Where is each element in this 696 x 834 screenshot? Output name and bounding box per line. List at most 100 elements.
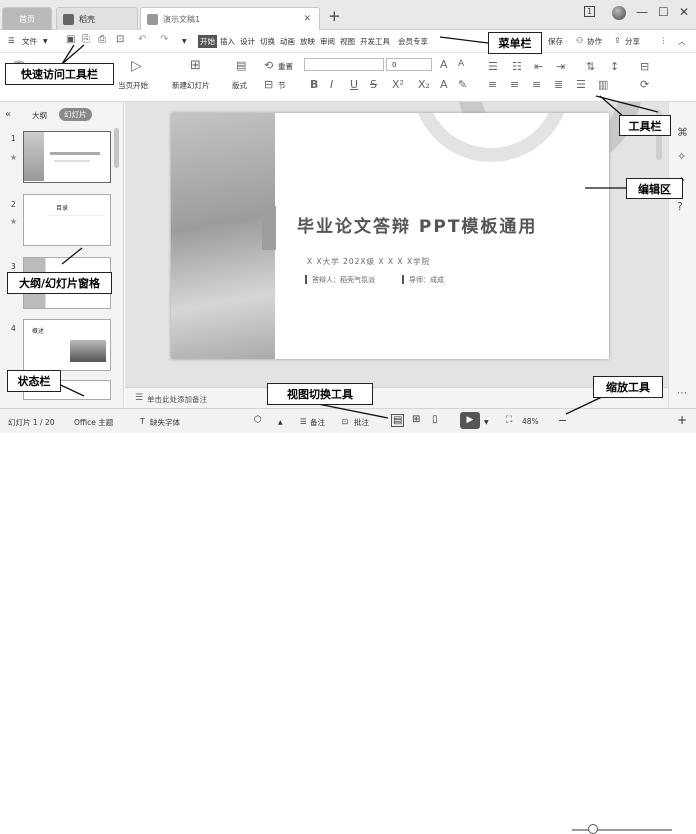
more-icon[interactable]: ⋮ xyxy=(660,36,668,45)
justify-icon[interactable]: ≣ xyxy=(554,78,563,91)
layout-icon[interactable]: ▤ xyxy=(236,59,246,72)
chevron-up-icon[interactable]: ▲ xyxy=(278,419,283,426)
highlight-icon[interactable]: ✎ xyxy=(458,78,467,91)
menu-save[interactable]: 保存 xyxy=(548,36,563,47)
menu-file[interactable]: 文件 xyxy=(22,36,37,47)
menu-share[interactable]: 分享 xyxy=(625,36,640,47)
notes-toggle[interactable]: 备注 xyxy=(310,417,325,428)
tab-home[interactable]: 首页 xyxy=(2,7,52,30)
reading-view-icon[interactable]: ▯ xyxy=(432,414,438,425)
menu-review[interactable]: 审阅 xyxy=(320,36,335,47)
reset-icon[interactable]: ⟲ xyxy=(264,59,273,72)
chevron-down-icon[interactable]: ▼ xyxy=(43,38,48,45)
align-center-icon[interactable]: ≡ xyxy=(510,78,519,91)
notes-placeholder[interactable]: 单击此处添加备注 xyxy=(147,394,207,405)
collapse-ribbon-icon[interactable]: ︿ xyxy=(678,36,686,47)
slide-advisor[interactable]: 导师：成成 xyxy=(409,275,444,285)
subscript-icon[interactable]: X₂ xyxy=(418,78,430,91)
menu-view[interactable]: 视图 xyxy=(340,36,355,47)
font-grow-icon[interactable]: A xyxy=(440,58,448,71)
menu-collaborate[interactable]: 协作 xyxy=(587,36,602,47)
font-color-icon[interactable]: A xyxy=(440,78,448,91)
underline-icon[interactable]: U xyxy=(350,78,358,91)
preview-icon[interactable]: ⊡ xyxy=(116,34,124,45)
zoom-in-button[interactable]: + xyxy=(677,413,687,427)
menu-animation[interactable]: 动画 xyxy=(280,36,295,47)
slideshow-chevron-icon[interactable]: ▼ xyxy=(484,419,489,426)
font-size-select[interactable]: 0 xyxy=(386,58,432,71)
tab-presentation[interactable]: 演示文稿1 ✕ xyxy=(140,7,320,30)
outdent-icon[interactable]: ⇥ xyxy=(556,60,565,73)
save-icon[interactable]: ▣ xyxy=(66,34,75,45)
theme-name[interactable]: Office 主题 xyxy=(74,417,113,428)
redo-icon[interactable]: ↷ xyxy=(160,34,168,45)
font-family-select[interactable] xyxy=(304,58,384,71)
play-slideshow-button[interactable]: ▶ xyxy=(460,412,480,429)
distribute-icon[interactable]: ☰ xyxy=(576,78,586,91)
menu-design[interactable]: 设计 xyxy=(240,36,255,47)
minimize-button[interactable]: — xyxy=(636,5,648,19)
menu-slideshow[interactable]: 放映 xyxy=(300,36,315,47)
play-current-icon[interactable]: ▷ xyxy=(131,58,142,74)
slide-presenter[interactable]: 答辩人：稻壳气氛派 xyxy=(312,275,375,285)
hamburger-icon[interactable]: ☰ xyxy=(8,36,15,45)
normal-view-icon[interactable]: ▤ xyxy=(391,414,405,427)
slide-subtitle[interactable]: X X大学 202X级 X X X X学院 xyxy=(307,256,430,267)
export-icon[interactable]: ⎘ xyxy=(82,34,90,45)
menu-transition[interactable]: 切换 xyxy=(260,36,275,47)
columns-icon[interactable]: ▥ xyxy=(598,78,608,91)
play-current-button[interactable]: 当页开始 xyxy=(118,80,148,91)
convert-icon[interactable]: ⟳ xyxy=(640,78,649,91)
strikethrough-icon[interactable]: S xyxy=(370,78,377,91)
close-window-button[interactable]: ✕ xyxy=(679,5,689,19)
menu-insert[interactable]: 插入 xyxy=(220,36,235,47)
slide-thumbnail-4[interactable]: 概述 xyxy=(23,319,111,371)
new-tab-button[interactable]: + xyxy=(328,7,341,25)
slide-title[interactable]: 毕业论文答辩 PPT模板通用 xyxy=(297,212,537,237)
customize-icon[interactable]: ▼ xyxy=(182,38,187,45)
tab-docer[interactable]: 稻壳 xyxy=(56,7,138,30)
slide-sorter-icon[interactable]: ⊞ xyxy=(412,414,420,425)
zoom-out-button[interactable]: − xyxy=(558,414,567,427)
maximize-button[interactable]: ☐ xyxy=(658,5,669,19)
align-left-icon[interactable]: ≡ xyxy=(488,78,497,91)
line-spacing-icon[interactable]: ↕ xyxy=(610,60,619,73)
missing-font[interactable]: 缺失字体 xyxy=(150,417,180,428)
outline-tab[interactable]: 大纲 xyxy=(32,110,47,121)
section-icon[interactable]: ⊟ xyxy=(264,78,273,91)
new-slide-icon[interactable]: ⊞ xyxy=(190,58,201,73)
new-slide-button[interactable]: 新建幻灯片 xyxy=(172,80,210,91)
magic-icon[interactable]: ✧ xyxy=(677,150,686,163)
collapse-pane-icon[interactable]: « xyxy=(5,109,11,120)
italic-icon[interactable]: I xyxy=(330,78,333,91)
bullet-list-icon[interactable]: ☰ xyxy=(488,60,498,73)
print-icon[interactable]: ⎙ xyxy=(98,34,106,45)
page-badge[interactable]: 1 xyxy=(584,6,596,17)
numbered-list-icon[interactable]: ☷ xyxy=(512,60,522,73)
align-right-icon[interactable]: ≡ xyxy=(532,78,541,91)
current-slide[interactable]: 毕业论文答辩 PPT模板通用 X X大学 202X级 X X X X学院 答辩人… xyxy=(171,113,609,359)
superscript-icon[interactable]: X² xyxy=(392,78,404,91)
property-icon[interactable]: ⌘ xyxy=(677,126,688,139)
indent-icon[interactable]: ⇤ xyxy=(534,60,543,73)
zoom-slider-handle[interactable] xyxy=(588,824,598,834)
bold-icon[interactable]: B xyxy=(310,78,318,91)
zoom-level[interactable]: 48% xyxy=(522,417,539,426)
help-icon[interactable]: ? xyxy=(677,200,683,213)
fit-window-icon[interactable]: ⛶ xyxy=(506,415,512,425)
menu-start[interactable]: 开始 xyxy=(198,35,217,48)
section-button[interactable]: 节 xyxy=(278,80,286,91)
menu-member[interactable]: 会员专享 xyxy=(398,36,428,47)
slide-thumbnail-1[interactable] xyxy=(23,131,111,183)
reset-button[interactable]: 重置 xyxy=(278,61,293,72)
theme-icon[interactable]: ⬡ xyxy=(254,415,262,425)
font-shrink-icon[interactable]: A xyxy=(458,59,464,69)
text-direction-icon[interactable]: ⇅ xyxy=(586,60,595,73)
menu-developer[interactable]: 开发工具 xyxy=(360,36,390,47)
comments-toggle[interactable]: 批注 xyxy=(354,417,369,428)
zoom-slider-track[interactable] xyxy=(572,829,672,831)
slide-thumbnail-2[interactable]: 目录 xyxy=(23,194,111,246)
pane-scrollbar[interactable] xyxy=(114,128,119,168)
notes-pane[interactable]: ☰ 单击此处添加备注 xyxy=(125,387,668,408)
slides-tab[interactable]: 幻灯片 xyxy=(59,108,92,121)
